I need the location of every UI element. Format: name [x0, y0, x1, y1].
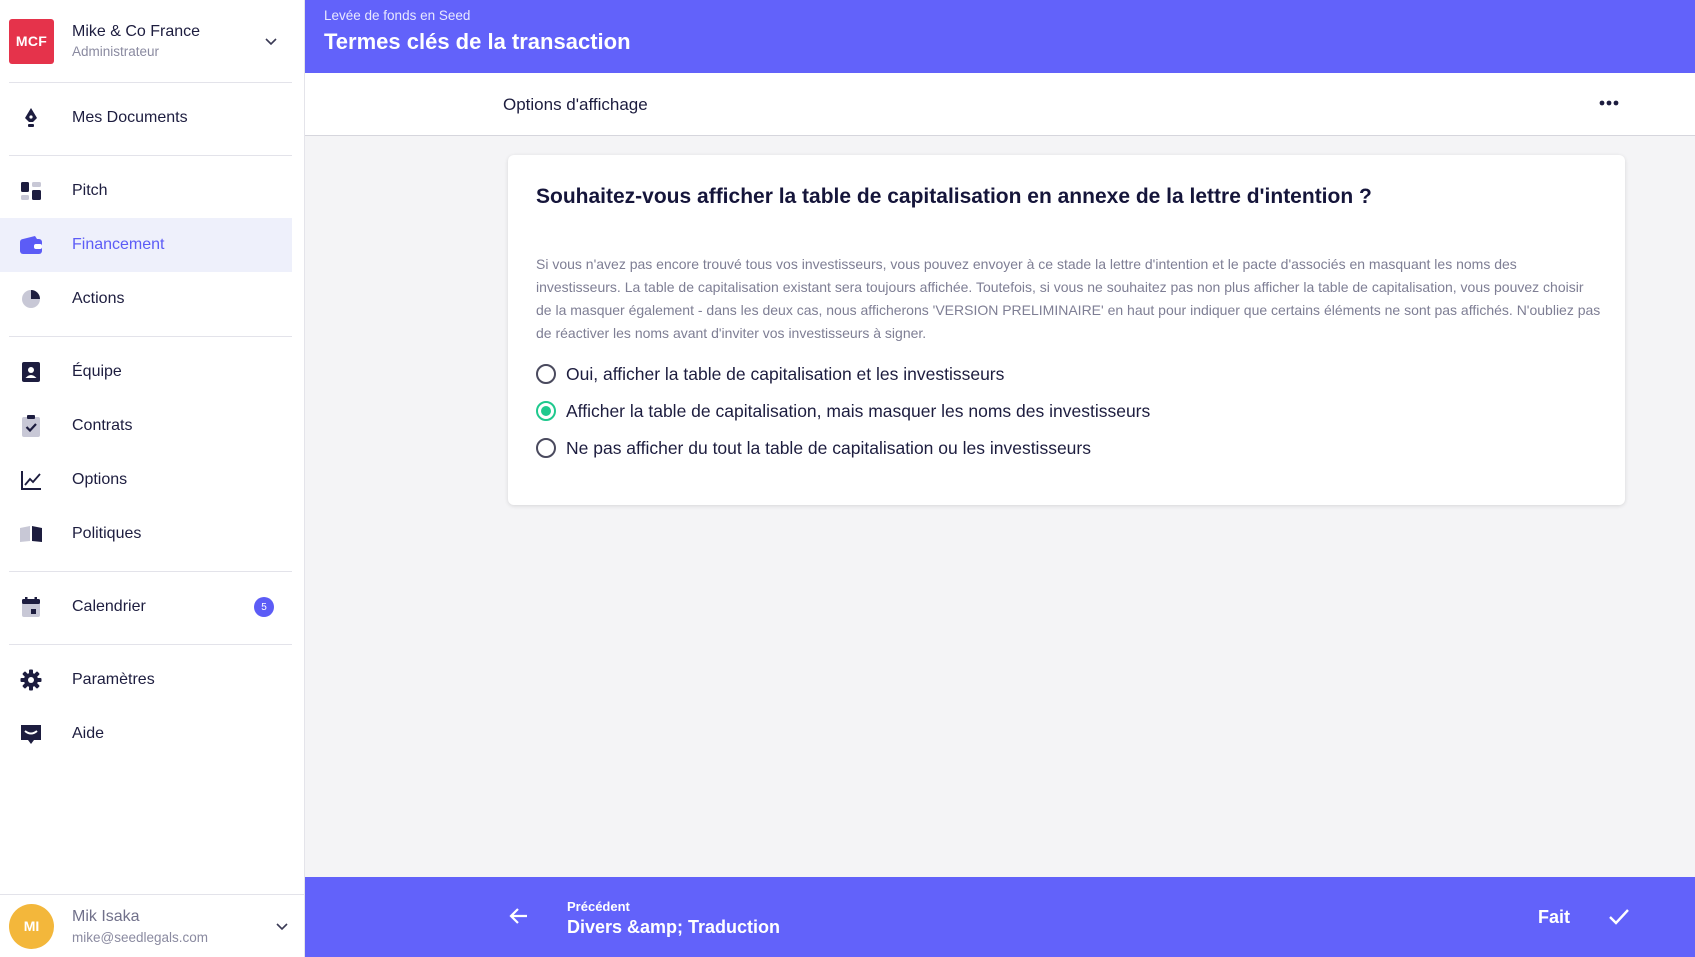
done-label: Fait — [1538, 906, 1571, 927]
previous-step-caption: Précédent — [567, 899, 630, 914]
sidebar-item-label: Contrats — [72, 417, 133, 434]
chat-icon — [18, 721, 44, 747]
user-info: Mik Isaka mike@seedlegals.com — [72, 908, 274, 945]
breadcrumb: Levée de fonds en Seed — [324, 8, 471, 23]
sidebar-item-actions[interactable]: Actions — [0, 272, 292, 326]
org-logo: MCF — [9, 18, 54, 64]
org-role: Administrateur — [72, 44, 160, 59]
sidebar-item-label: Aide — [72, 725, 105, 742]
sidebar-item-label: Calendrier — [72, 598, 146, 615]
divider — [9, 644, 292, 645]
sidebar-item-pitch[interactable]: Pitch — [0, 164, 292, 218]
divider — [9, 155, 292, 156]
radio-button[interactable] — [536, 438, 556, 458]
previous-step-link[interactable]: Divers &amp; Traduction — [567, 917, 780, 938]
check-icon — [1609, 909, 1629, 925]
done-button[interactable]: Fait — [1538, 905, 1632, 929]
footer-bar: Précédent Divers &amp; Traduction Fait — [305, 877, 1695, 957]
arrow-left-icon[interactable] — [507, 904, 531, 928]
sidebar-item-label: Paramètres — [72, 671, 155, 688]
sidebar-item-options[interactable]: Options — [0, 453, 292, 507]
sidebar-item-financement[interactable]: Financement — [0, 218, 292, 272]
sidebar-item-parametres[interactable]: Paramètres — [0, 653, 292, 707]
divider — [9, 336, 292, 337]
org-name: Mike & Co France — [72, 23, 201, 40]
user-menu[interactable]: MI Mik Isaka mike@seedlegals.com — [0, 894, 304, 957]
sidebar-item-label: Mes Documents — [72, 109, 188, 126]
divider — [9, 82, 292, 83]
radio-option-label: Oui, afficher la table de capitalisation… — [566, 363, 1005, 384]
avatar: MI — [9, 903, 54, 949]
sidebar: MCF Mike & Co France Administrateur Mes … — [0, 0, 305, 957]
pen-nib-icon — [18, 105, 44, 131]
sidebar-item-contrats[interactable]: Contrats — [0, 399, 292, 453]
radio-option-label: Afficher la table de capitalisation, mai… — [566, 400, 1151, 421]
pie-chart-icon — [18, 286, 44, 312]
sidebar-item-label: Équipe — [72, 363, 122, 380]
line-chart-icon — [18, 467, 44, 493]
page-header: Levée de fonds en Seed Termes clés de la… — [305, 0, 1695, 73]
dashboard-icon — [18, 178, 44, 204]
section-title: Options d'affichage — [503, 95, 648, 114]
wallet-icon — [18, 232, 44, 258]
sidebar-item-label: Options — [72, 471, 128, 488]
question-card: Souhaitez-vous afficher la table de capi… — [508, 155, 1625, 505]
question-description: Si vous n'avez pas encore trouvé tous vo… — [536, 256, 1601, 341]
sidebar-item-equipe[interactable]: Équipe — [0, 345, 292, 399]
sidebar-item-calendrier[interactable]: Calendrier 5 — [0, 580, 292, 634]
org-info: Mike & Co France Administrateur — [72, 23, 263, 59]
radio-button[interactable] — [536, 401, 556, 421]
radio-option-hide-names[interactable]: Afficher la table de capitalisation, mai… — [536, 398, 1150, 424]
section-bar: Options d'affichage — [305, 73, 1695, 136]
notification-badge: 5 — [254, 597, 274, 617]
sidebar-item-mes-documents[interactable]: Mes Documents — [0, 91, 292, 145]
book-icon — [18, 521, 44, 547]
user-name: Mik Isaka — [72, 907, 140, 925]
radio-option-show-all[interactable]: Oui, afficher la table de capitalisation… — [536, 361, 1004, 387]
sidebar-item-label: Actions — [72, 290, 125, 307]
sidebar-item-label: Politiques — [72, 525, 142, 542]
radio-option-label: Ne pas afficher du tout la table de capi… — [566, 437, 1091, 458]
divider — [9, 571, 292, 572]
radio-button[interactable] — [536, 364, 556, 384]
page-title: Termes clés de la transaction — [324, 29, 631, 54]
sidebar-item-politiques[interactable]: Politiques — [0, 507, 292, 561]
person-badge-icon — [18, 359, 44, 385]
org-switcher[interactable]: MCF Mike & Co France Administrateur — [9, 14, 293, 68]
clipboard-check-icon — [18, 413, 44, 439]
chevron-down-icon[interactable] — [274, 918, 290, 934]
radio-option-hide-all[interactable]: Ne pas afficher du tout la table de capi… — [536, 435, 1091, 461]
user-email: mike@seedlegals.com — [72, 929, 209, 945]
more-options-icon[interactable] — [1593, 96, 1625, 110]
chevron-down-icon[interactable] — [263, 33, 279, 49]
question-title: Souhaitez-vous afficher la table de capi… — [536, 185, 1372, 208]
gear-icon — [18, 667, 44, 693]
sidebar-item-aide[interactable]: Aide — [0, 707, 292, 761]
sidebar-item-label: Financement — [72, 236, 165, 253]
sidebar-item-label: Pitch — [72, 182, 108, 199]
calendar-icon — [18, 594, 44, 620]
